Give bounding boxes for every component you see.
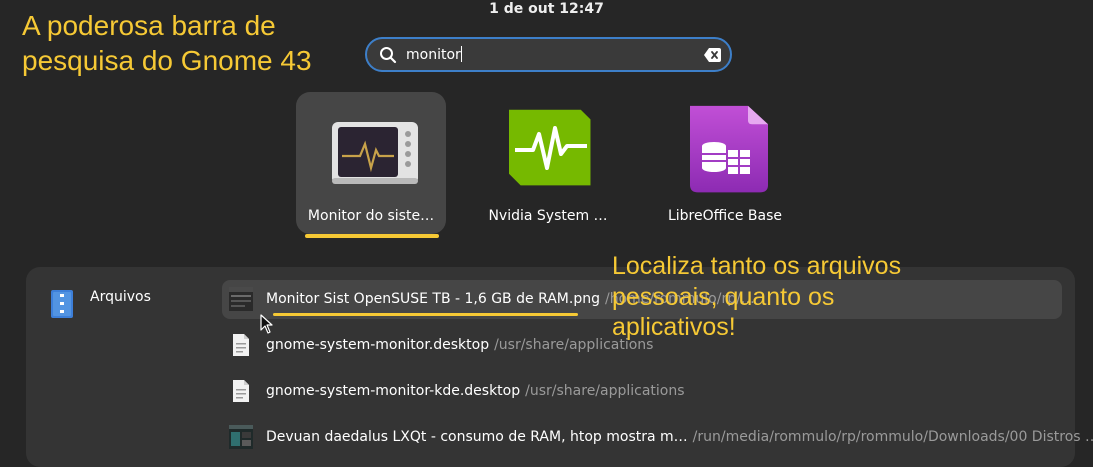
file-name-text: Monitor Sist OpenSUSE TB - 1,6 GB de RAM… bbox=[266, 291, 600, 307]
libreoffice-base-icon bbox=[690, 105, 768, 193]
app-result-libreoffice-base[interactable]: LibreOffice Base bbox=[650, 92, 800, 234]
search-entry[interactable]: monitor bbox=[365, 37, 732, 72]
text-caret bbox=[460, 46, 462, 62]
annotation-caption-search: A poderosa barra de pesquisa do Gnome 43 bbox=[22, 10, 312, 76]
clear-icon[interactable] bbox=[704, 48, 721, 62]
file-path-text: /usr/share/applications bbox=[525, 383, 685, 399]
search-icon bbox=[380, 47, 397, 64]
file-result-row[interactable]: Devuan daedalus LXQt - consumo de RAM, h… bbox=[222, 418, 1093, 457]
file-name-text: Devuan daedalus LXQt - consumo de RAM, h… bbox=[266, 429, 688, 445]
mouse-pointer-icon bbox=[260, 314, 273, 334]
file-path-text: /run/media/rommulo/rp/rommulo/Downloads/… bbox=[692, 429, 1093, 445]
file-name-text: gnome-system-monitor-kde.desktop bbox=[266, 383, 521, 399]
app-label: LibreOffice Base bbox=[667, 208, 783, 224]
search-input[interactable]: monitor bbox=[406, 46, 462, 63]
image-thumbnail-icon bbox=[229, 287, 253, 311]
text-file-icon bbox=[233, 380, 249, 402]
file-result-name: gnome-system-monitor.desktop/usr/share/a… bbox=[266, 337, 653, 353]
image-thumbnail-icon bbox=[229, 425, 253, 449]
file-result-name: gnome-system-monitor-kde.desktop/usr/sha… bbox=[266, 383, 685, 399]
app-label: Nvidia System … bbox=[488, 208, 608, 224]
system-monitor-icon bbox=[332, 122, 418, 184]
text-file-icon bbox=[233, 334, 249, 356]
annotation-underline-file bbox=[273, 313, 578, 316]
file-manager-icon[interactable] bbox=[51, 290, 73, 318]
annotation-caption-files: Localiza tanto os arquivos pessoais, qua… bbox=[612, 252, 902, 341]
file-name-text: gnome-system-monitor.desktop bbox=[266, 337, 490, 353]
annotation-underline-app bbox=[305, 234, 439, 238]
file-result-row[interactable]: gnome-system-monitor-kde.desktop/usr/sha… bbox=[222, 372, 1062, 411]
file-result-name: Devuan daedalus LXQt - consumo de RAM, h… bbox=[266, 429, 1093, 445]
nvidia-monitor-icon bbox=[509, 109, 591, 186]
app-result-system-monitor[interactable]: Monitor do siste… bbox=[296, 92, 446, 234]
search-input-value: monitor bbox=[406, 47, 461, 63]
app-label: Monitor do siste… bbox=[307, 208, 435, 224]
app-result-nvidia-system-monitor[interactable]: Nvidia System … bbox=[473, 92, 623, 234]
files-provider-label[interactable]: Arquivos bbox=[90, 289, 151, 305]
